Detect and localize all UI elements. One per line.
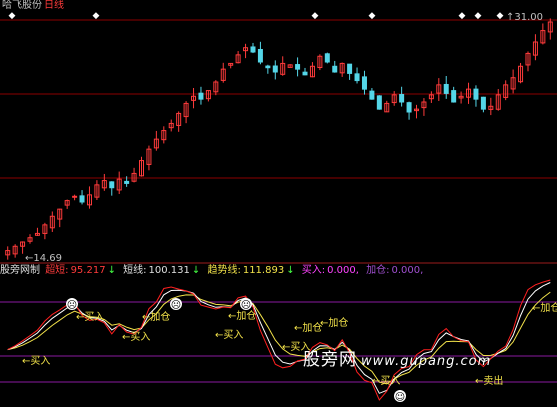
candle-body [272, 65, 278, 73]
trend-readout: 趋势线: 111.893 ↓ [207, 265, 295, 276]
candle-body [198, 92, 204, 100]
stock-chart[interactable]: ◆ ◆ ◆ ◆ ◆ ◆ ◆ ←买入←买入←买入←加仓←买入←加仓←加仓←买入←加仓←买入 ←卖… [0, 0, 557, 407]
candle-body [257, 48, 263, 63]
event-star-icon: ◆ [9, 11, 16, 21]
candle-body [369, 90, 375, 100]
candle-body [406, 102, 412, 113]
candle-body [324, 53, 330, 63]
price-high-label: ↑31.00 [506, 12, 544, 23]
add-readout: 加仓: 0.000, [366, 265, 424, 276]
signal-label: ←加仓 [532, 301, 557, 314]
event-star-icon: ◆ [93, 11, 100, 21]
signal-label: ←加仓 [294, 321, 322, 334]
short-line-curve [7, 282, 551, 394]
signal-label: ←买入 [215, 329, 243, 341]
signal-label: ←买入 [122, 331, 150, 343]
event-star-icon: ◆ [369, 11, 376, 21]
buy-readout: 买入: 0.000, [301, 265, 359, 276]
period-label[interactable]: 日线 [44, 0, 64, 11]
candle-body [109, 181, 115, 189]
signal-label: ←加仓 [320, 316, 348, 329]
candle-body [443, 83, 449, 94]
signal-face-glyph: ☹ [241, 300, 251, 311]
event-star-icon: ◆ [459, 11, 466, 21]
candle-body [295, 64, 301, 70]
candle-body [376, 95, 382, 110]
signal-label: ←买入 [22, 355, 50, 367]
short-readout: 短线: 100.131 ↓ [123, 265, 201, 276]
event-star-icon: ◆ [312, 11, 319, 21]
signal-face-glyph: ☺ [395, 392, 405, 403]
candle-body [473, 88, 479, 100]
candle-body [480, 96, 486, 110]
watermark: 股旁网 www.gupang.com [303, 350, 492, 370]
indicator-name[interactable]: 股旁网制 [0, 265, 40, 276]
event-star-icon: ◆ [475, 11, 482, 21]
candle-body [124, 180, 130, 184]
ultra-short-readout: 超短: 95.217 ↓ [45, 265, 116, 276]
indicator-panel: ←买入←买入←买入←加仓←买入←加仓←加仓←买入←加仓←买入 ←卖出←加仓☹ ☹ ☹☺ [7, 279, 557, 403]
signal-face-glyph: ☹ [171, 300, 181, 311]
candlestick-series[interactable] [5, 18, 553, 260]
candle-body [302, 71, 308, 76]
signal-face-glyph: ☹ [67, 300, 77, 311]
event-star-icon: ◆ [497, 11, 504, 21]
candle-body [361, 76, 367, 90]
candle-body [250, 46, 256, 53]
candle-body [347, 63, 353, 74]
candle-body [332, 65, 338, 73]
stock-name: 哈飞股份 [2, 0, 42, 11]
signal-label: ←卖出 [475, 374, 503, 387]
candle-body [354, 73, 360, 82]
chart-header: 哈飞股份 日线 [2, 0, 64, 12]
signal-label: ←买入 [372, 375, 400, 387]
signal-label: ←买入 [76, 311, 104, 323]
signal-label: ←加仓 [142, 310, 170, 323]
candle-body [451, 90, 457, 103]
candle-body [79, 195, 85, 203]
candle-body [72, 195, 78, 198]
candle-body [265, 65, 271, 69]
indicator-header: 股旁网制 超短: 95.217 ↓ 短线: 100.131 ↓ 趋势线: 111.893 ↓… [0, 265, 427, 277]
price-low-label: ←14.69 [25, 253, 63, 264]
candle-body [399, 94, 405, 103]
